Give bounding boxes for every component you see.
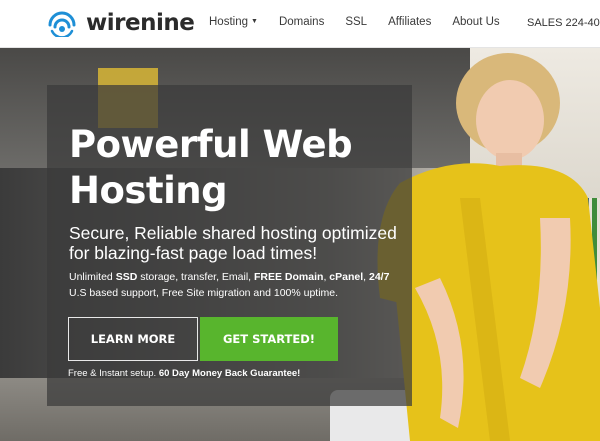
- guarantee-text-plain: Free & Instant setup.: [68, 368, 159, 379]
- nav-hosting-label: Hosting: [209, 16, 248, 28]
- learn-more-button[interactable]: LEARN MORE: [68, 317, 198, 361]
- nav-ssl[interactable]: SSL: [345, 16, 367, 28]
- hero-headline-line2: Hosting: [69, 169, 228, 212]
- features-text-1: Unlimited: [69, 271, 116, 283]
- features-bold-cpanel: cPanel: [329, 271, 364, 283]
- features-bold-free-domain: FREE Domain: [254, 271, 324, 283]
- features-bold-247: 24/7: [368, 271, 390, 283]
- features-bold-ssd: SSD: [115, 271, 138, 283]
- sales-phone[interactable]: SALES 224-404: [527, 17, 600, 29]
- hero-panel: Powerful Web Hosting Secure, Reliable sh…: [47, 85, 412, 406]
- features-text-2: storage, transfer, Email,: [137, 271, 254, 283]
- wifi-wave-logo-icon: [48, 11, 76, 37]
- hero-features: Unlimited SSD storage, transfer, Email, …: [69, 269, 409, 301]
- site-header: wirenine Hosting ▼ Domains SSL Affiliates…: [0, 0, 600, 48]
- logo[interactable]: wirenine: [46, 8, 195, 38]
- hero-headline: Powerful Web Hosting: [69, 122, 399, 214]
- guarantee-text: Free & Instant setup. 60 Day Money Back …: [68, 368, 300, 379]
- guarantee-text-bold: 60 Day Money Back Guarantee!: [158, 368, 301, 379]
- hero-subheading: Secure, Reliable shared hosting optimize…: [69, 223, 397, 263]
- features-text-5: U.S based support, Free Site migration a…: [69, 287, 339, 299]
- nav-domains[interactable]: Domains: [279, 16, 324, 28]
- get-started-button[interactable]: GET STARTED!: [200, 317, 338, 361]
- nav-about-us[interactable]: About Us: [452, 16, 499, 28]
- nav-affiliates[interactable]: Affiliates: [388, 16, 431, 28]
- hero-headline-line1: Powerful Web: [69, 123, 353, 166]
- caret-down-icon: ▼: [251, 18, 258, 25]
- main-nav: Hosting ▼ Domains SSL Affiliates About Us: [209, 16, 521, 28]
- nav-hosting[interactable]: Hosting ▼: [209, 16, 258, 28]
- logo-text: wirenine: [86, 10, 195, 36]
